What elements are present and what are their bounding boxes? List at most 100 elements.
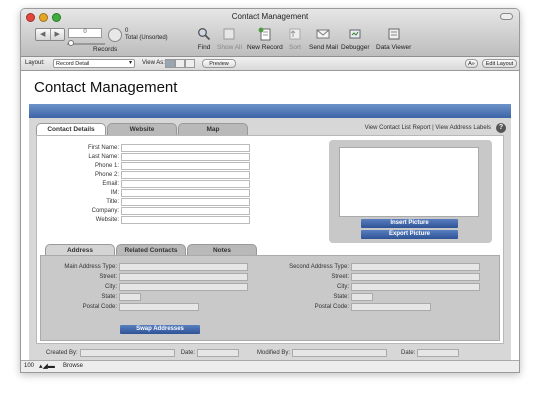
company-field[interactable]	[121, 206, 250, 215]
main-tabs: Contact Details Website Map	[36, 123, 249, 135]
contact-details-sheet: First Name: Last Name: Phone 1: Phone 2:…	[36, 135, 504, 344]
created-by-field	[79, 349, 175, 357]
font-size-toggle[interactable]: A»	[465, 59, 478, 68]
current-record-input[interactable]: 0	[68, 28, 102, 38]
record-slider-handle[interactable]	[68, 40, 74, 46]
new-record-button[interactable]: New Record	[247, 27, 283, 51]
data-viewer-label: Data Viewer	[376, 44, 412, 51]
status-bar: 100 ▴◢▬ Browse	[21, 360, 519, 372]
tab-map[interactable]: Map	[178, 123, 248, 135]
send-mail-label: Send Mail	[309, 44, 338, 51]
new-record-label: New Record	[247, 44, 283, 51]
second-city-label: City:	[337, 283, 349, 290]
view-as-group	[165, 59, 195, 68]
main-street-field[interactable]	[119, 272, 248, 281]
phone-2-label: Phone 2:	[94, 171, 119, 178]
zoom-icons[interactable]: ▴◢▬	[39, 362, 55, 370]
title-toolbar: Contact Management ◀ ▶ 0 0 Total (Unsort…	[21, 9, 519, 57]
find-label: Find	[197, 44, 211, 51]
website-label: Website:	[95, 216, 119, 223]
second-postal-field[interactable]	[351, 302, 431, 311]
records-label: Records	[93, 46, 118, 53]
toolbar-toggle-button[interactable]	[500, 13, 513, 20]
zoom-level[interactable]: 100	[24, 363, 34, 369]
layout-select[interactable]: Record Detail	[53, 59, 135, 68]
tab-website[interactable]: Website	[107, 123, 177, 135]
contact-picture[interactable]	[339, 147, 479, 217]
main-address-type-field[interactable]	[119, 262, 248, 271]
help-icon[interactable]: ?	[496, 123, 506, 133]
report-links[interactable]: View Contact List Report | View Address …	[365, 125, 491, 131]
phone-2-field[interactable]	[121, 170, 250, 179]
second-city-row: City:	[271, 282, 480, 291]
phone-1-field[interactable]	[121, 161, 250, 170]
second-state-field[interactable]	[351, 292, 373, 301]
second-address-type-field[interactable]	[351, 262, 480, 271]
last-name-row: Last Name:	[57, 152, 250, 161]
second-state-row: State:	[271, 292, 373, 301]
layout-content: Contact Management Contact Details Websi…	[21, 72, 519, 363]
website-row: Website:	[57, 215, 250, 224]
found-count: 0 Total (Unsorted)	[125, 28, 168, 42]
created-by-label: Created By:	[46, 350, 78, 356]
show-all-button[interactable]: Show All	[217, 27, 242, 51]
main-address-type-row: Main Address Type:	[41, 262, 248, 271]
second-address-type-row: Second Address Type:	[271, 262, 480, 271]
edit-layout-button[interactable]: Edit Layout	[482, 59, 517, 68]
record-info-row: Created By: Date: Modified By: Date:	[36, 347, 504, 359]
main-state-field[interactable]	[119, 292, 141, 301]
second-city-field[interactable]	[351, 282, 480, 291]
mode-indicator[interactable]: Browse	[63, 363, 83, 369]
first-name-label: First Name:	[87, 144, 119, 151]
previous-record-button[interactable]: ◀	[36, 29, 50, 40]
found-status: Total (Unsorted)	[125, 35, 168, 41]
find-button[interactable]: Find	[197, 27, 211, 51]
export-picture-button[interactable]: Export Picture	[361, 230, 458, 239]
website-field[interactable]	[121, 215, 250, 224]
second-street-label: Street:	[331, 273, 349, 280]
title-field[interactable]	[121, 197, 250, 206]
picture-panel: Insert Picture Export Picture	[329, 140, 492, 243]
company-row: Company:	[57, 206, 250, 215]
title-label: Title:	[106, 198, 119, 205]
second-street-field[interactable]	[351, 272, 480, 281]
preview-button[interactable]: Preview	[202, 59, 236, 68]
modified-date-field	[417, 349, 460, 357]
insert-picture-button[interactable]: Insert Picture	[361, 219, 458, 228]
second-postal-label: Postal Code:	[314, 303, 349, 310]
new-record-icon	[258, 27, 271, 41]
main-address-type-label: Main Address Type:	[64, 263, 117, 270]
im-label: IM:	[110, 189, 119, 196]
view-as-list-button[interactable]	[175, 59, 185, 68]
view-as-table-button[interactable]	[185, 59, 195, 68]
show-all-icon	[223, 28, 235, 40]
found-count-value: 0	[125, 28, 129, 34]
modified-by-label: Modified By:	[257, 350, 291, 356]
main-city-field[interactable]	[119, 282, 248, 291]
main-street-label: Street:	[99, 273, 117, 280]
sort-button[interactable]: Sort	[288, 27, 302, 51]
data-viewer-button[interactable]: Data Viewer	[376, 27, 411, 51]
im-row: IM:	[57, 188, 250, 197]
header-bar	[29, 104, 511, 118]
next-record-button[interactable]: ▶	[49, 29, 65, 40]
debugger-icon	[349, 29, 361, 39]
modified-date-label: Date:	[401, 350, 416, 356]
swap-addresses-button[interactable]: Swap Addresses	[120, 325, 200, 334]
main-state-row: State:	[41, 292, 141, 301]
send-mail-button[interactable]: Send Mail	[309, 27, 338, 51]
company-label: Company:	[91, 207, 119, 214]
main-street-row: Street:	[41, 272, 248, 281]
main-postal-field[interactable]	[119, 302, 199, 311]
last-name-field[interactable]	[121, 152, 250, 161]
record-navigator: ◀ ▶	[35, 28, 65, 41]
first-name-field[interactable]	[121, 143, 250, 152]
email-field[interactable]	[121, 179, 250, 188]
im-field[interactable]	[121, 188, 250, 197]
view-as-form-button[interactable]	[165, 59, 175, 68]
second-address-type-label: Second Address Type:	[289, 263, 349, 270]
email-label: Email:	[102, 180, 119, 187]
debugger-button[interactable]: Debugger	[341, 27, 370, 51]
tab-contact-details[interactable]: Contact Details	[36, 123, 106, 135]
layout-bar: Layout: Record Detail View As: Preview A…	[21, 57, 519, 71]
